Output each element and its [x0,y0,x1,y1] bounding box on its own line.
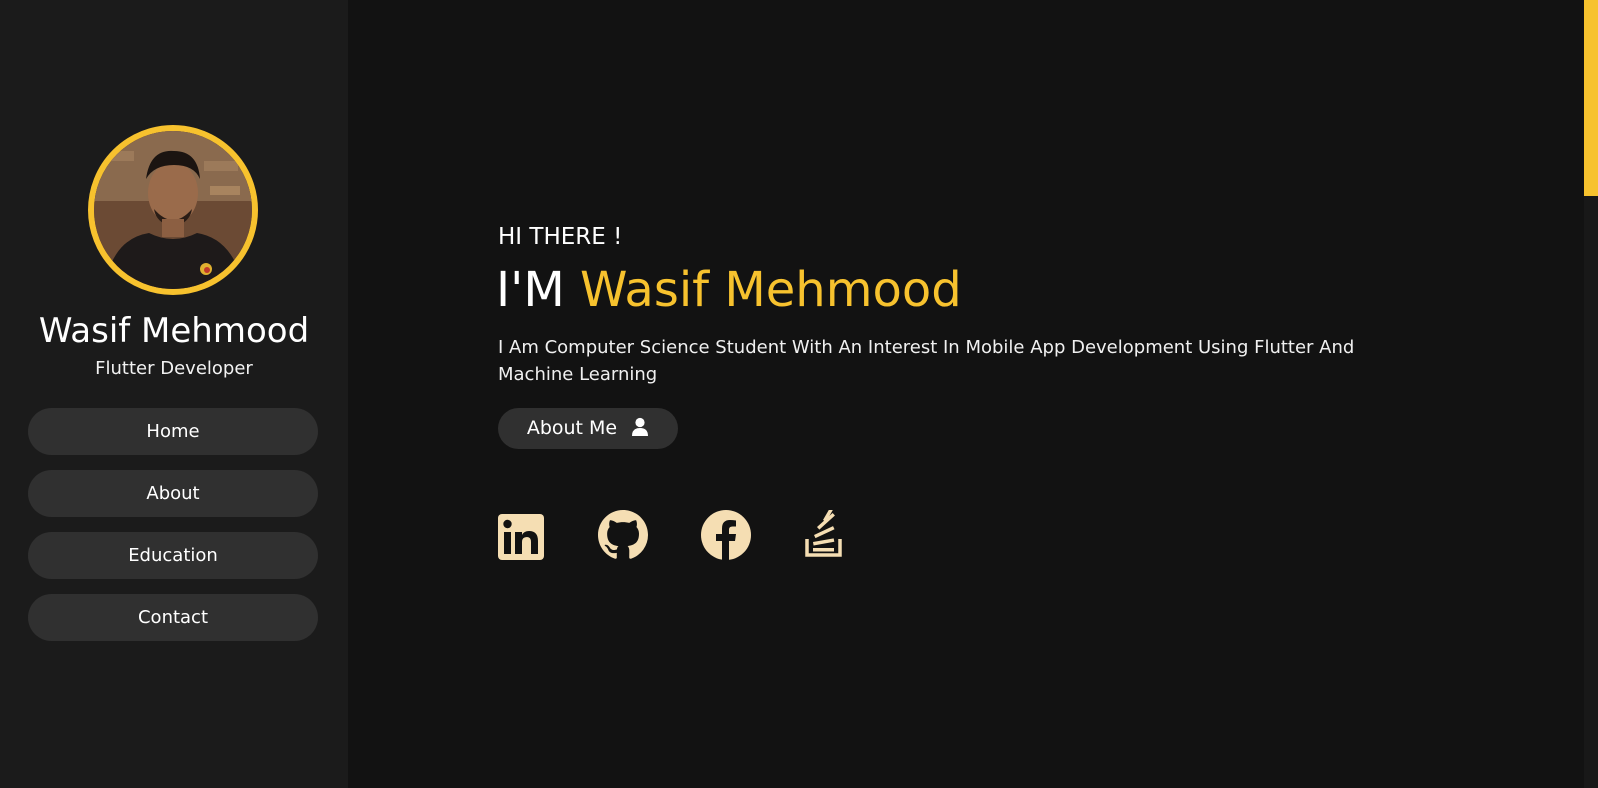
github-icon[interactable] [598,510,648,560]
nav-item-contact[interactable]: Contact [28,594,318,641]
headline-prefix: I'M [496,262,581,318]
about-me-button[interactable]: About Me [498,408,678,449]
headline: I'M Wasif Mehmood [496,260,962,320]
stackoverflow-icon[interactable] [804,510,844,560]
profile-role: Flutter Developer [95,358,253,379]
headline-name: Wasif Mehmood [580,262,962,318]
portfolio-page: Wasif Mehmood Flutter Developer Home Abo… [0,0,1598,788]
nav-item-home[interactable]: Home [28,408,318,455]
sidebar: Wasif Mehmood Flutter Developer Home Abo… [0,0,348,788]
scrollbar-thumb[interactable] [1584,0,1598,196]
main-content: HI THERE ! I'M Wasif Mehmood I Am Comput… [348,0,1584,788]
greeting: HI THERE ! [498,224,623,250]
profile-name: Wasif Mehmood [38,311,310,351]
sidebar-nav: Home About Education Contact [28,408,318,656]
avatar [88,125,258,295]
facebook-icon[interactable] [701,510,751,560]
linkedin-icon[interactable] [498,512,544,562]
nav-item-about[interactable]: About [28,470,318,517]
intro-text: I Am Computer Science Student With An In… [498,337,1355,385]
user-icon [632,417,649,436]
about-me-label: About Me [526,417,618,439]
avatar-photo [94,131,252,289]
nav-item-education[interactable]: Education [28,532,318,579]
